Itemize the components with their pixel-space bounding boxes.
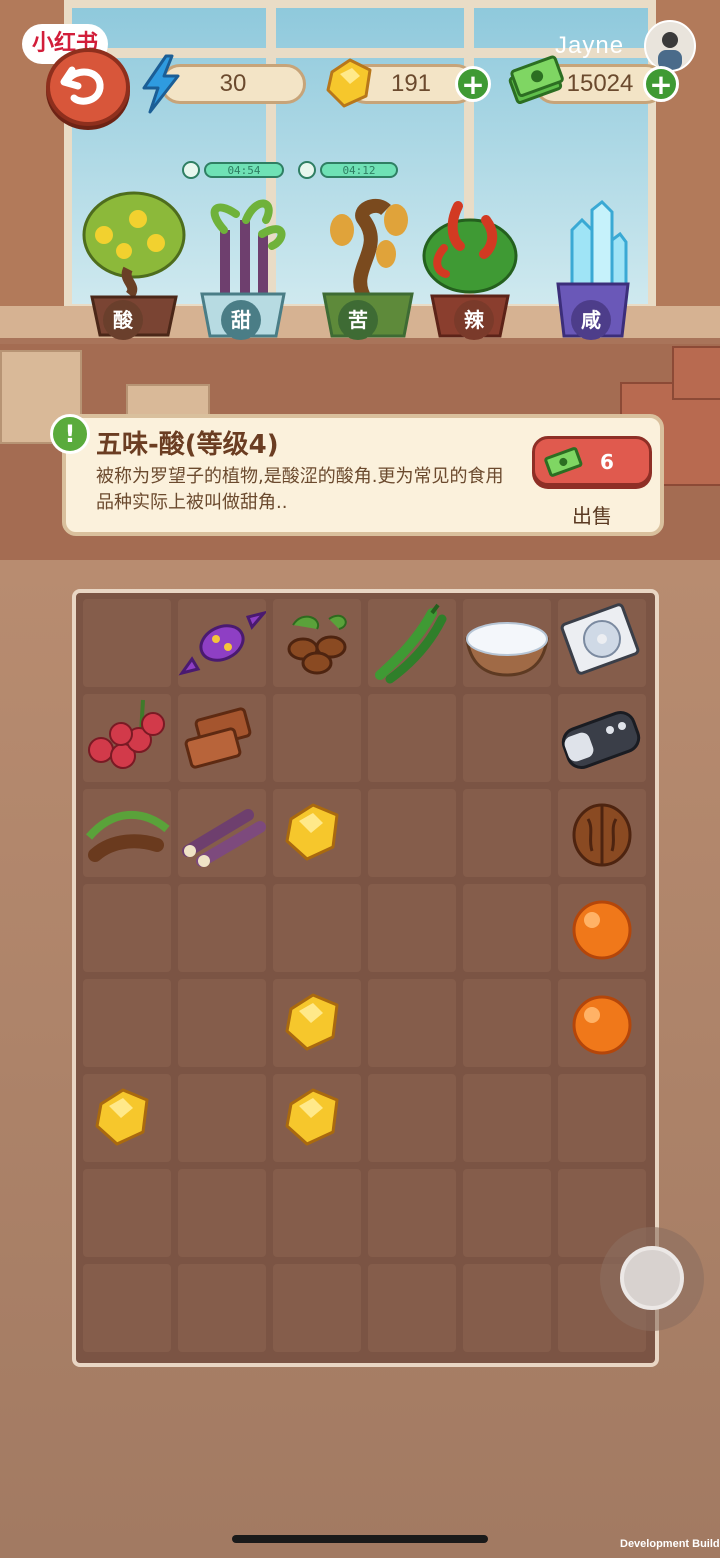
cd-case-item[interactable] — [558, 599, 646, 687]
gem-item[interactable] — [273, 1074, 361, 1162]
grid-cell[interactable] — [368, 979, 456, 1067]
grid-cell[interactable] — [273, 1169, 361, 1257]
grid-cell[interactable] — [178, 884, 266, 972]
clock-icon — [298, 161, 316, 179]
coffee-beans-item[interactable] — [273, 599, 361, 687]
grid-cell[interactable] — [178, 1074, 266, 1162]
sell-button[interactable] — [532, 436, 652, 486]
add-gems-button[interactable]: + — [455, 66, 491, 102]
gem-item[interactable] — [273, 789, 361, 877]
grid-cell[interactable] — [463, 1169, 551, 1257]
grid-cell[interactable] — [368, 1169, 456, 1257]
grid-cell[interactable] — [463, 884, 551, 972]
walnut-item[interactable] — [558, 789, 646, 877]
sell-label: 出售 — [572, 504, 612, 528]
tamarind-item[interactable] — [83, 789, 171, 877]
grid-cell[interactable] — [83, 1264, 171, 1352]
grid-cell[interactable] — [178, 1264, 266, 1352]
orange-orb-item[interactable] — [558, 979, 646, 1067]
brown-sugar-item[interactable] — [178, 694, 266, 782]
grid-cell[interactable] — [83, 599, 171, 687]
salt-bowl-item[interactable] — [463, 599, 551, 687]
sugarcane-item[interactable] — [178, 789, 266, 877]
gem-value: 191 — [390, 70, 432, 97]
plant-label: 酸 — [103, 300, 143, 340]
dev-build-label: Development Build — [620, 1538, 720, 1550]
clock-icon — [182, 161, 200, 179]
add-cash-button[interactable]: + — [643, 66, 679, 102]
grid-cell[interactable] — [273, 1264, 361, 1352]
grid-cell[interactable] — [83, 979, 171, 1067]
car-key-item[interactable] — [558, 694, 646, 782]
grid-cell[interactable] — [463, 1074, 551, 1162]
gem-icon — [326, 58, 372, 108]
plant-label: 甜 — [221, 300, 261, 340]
timer-bar: 04:54 — [204, 162, 284, 178]
grid-cell[interactable] — [368, 884, 456, 972]
grid-cell[interactable] — [83, 1169, 171, 1257]
cash-icon — [508, 55, 564, 105]
undo-arrow-icon — [60, 66, 104, 105]
timer-bar: 04:12 — [320, 162, 398, 178]
grid-cell[interactable] — [178, 979, 266, 1067]
joystick-knob[interactable] — [620, 1246, 684, 1310]
plant-label: 苦 — [338, 300, 378, 340]
plant-label: 咸 — [571, 300, 611, 340]
lychee-item[interactable] — [83, 694, 171, 782]
grid-cell[interactable] — [463, 979, 551, 1067]
grid-cell[interactable] — [83, 884, 171, 972]
energy-value: 30 — [219, 70, 247, 97]
grid-cell[interactable] — [368, 1074, 456, 1162]
gem-item[interactable] — [273, 979, 361, 1067]
grid-cell[interactable] — [368, 1264, 456, 1352]
alert-icon: ! — [50, 414, 90, 454]
orange-orb-item[interactable] — [558, 884, 646, 972]
grid-cell[interactable] — [273, 884, 361, 972]
grid-cell[interactable] — [558, 1074, 646, 1162]
grid-cell[interactable] — [463, 1264, 551, 1352]
grid-cell[interactable] — [273, 694, 361, 782]
wooden-crate — [672, 346, 720, 400]
candy-item[interactable] — [178, 599, 266, 687]
lightning-icon — [142, 54, 180, 114]
grid-cell[interactable] — [463, 789, 551, 877]
sell-price: 6 — [600, 450, 614, 474]
item-title: 五味-酸(等级4) — [96, 430, 279, 460]
gem-item[interactable] — [83, 1074, 171, 1162]
home-indicator[interactable] — [232, 1535, 488, 1543]
plant-label: 辣 — [454, 300, 494, 340]
cash-value: 15024 — [566, 70, 634, 97]
back-button[interactable] — [46, 48, 130, 126]
grid-cell[interactable] — [178, 1169, 266, 1257]
grid-cell[interactable] — [368, 789, 456, 877]
item-description: 被称为罗望子的植物,是酸涩的酸角.更为常见的食用品种实际上被叫做甜角.. — [96, 466, 504, 513]
green-chili-item[interactable] — [368, 599, 456, 687]
cash-icon — [544, 447, 583, 477]
grid-cell[interactable] — [368, 694, 456, 782]
grid-cell[interactable] — [463, 694, 551, 782]
